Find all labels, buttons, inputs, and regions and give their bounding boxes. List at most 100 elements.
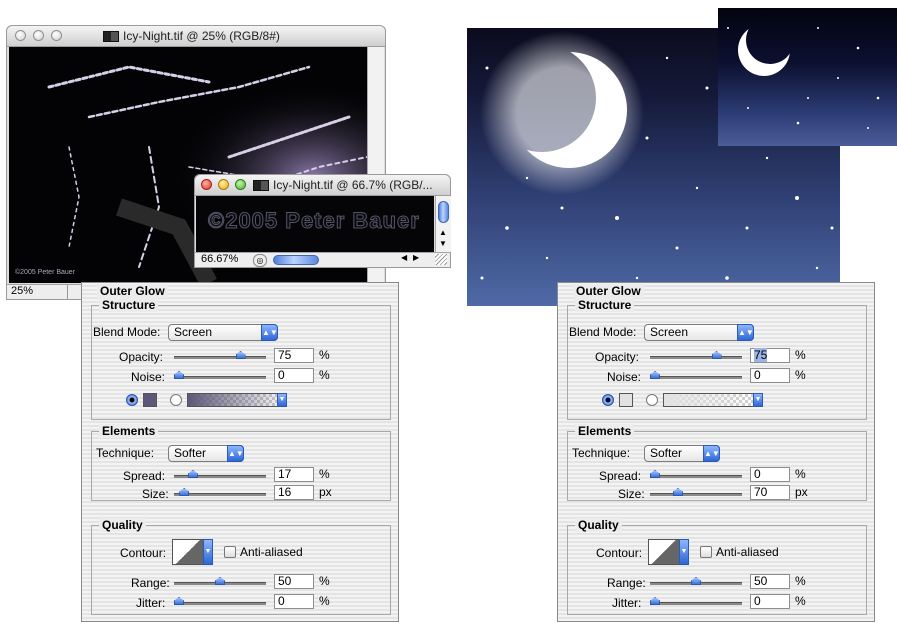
gradient-radio[interactable] — [646, 394, 658, 406]
range-slider-thumb[interactable] — [691, 577, 701, 585]
jitter-slider[interactable] — [650, 597, 742, 605]
size-label: Size: — [142, 487, 169, 501]
noise-input[interactable]: 0 — [750, 368, 790, 383]
technique-select[interactable]: Softer ▲▼ — [168, 445, 244, 462]
scroll-down-arrow-icon[interactable]: ▼ — [439, 239, 447, 248]
opacity-slider-thumb[interactable] — [711, 351, 722, 359]
range-label: Range: — [131, 576, 170, 590]
structure-group: Structure Blend Mode: Screen ▲▼ Opacity: … — [567, 298, 867, 420]
technique-select[interactable]: Softer ▲▼ — [644, 445, 720, 462]
document-window-icy-night-66: Icy-Night.tif @ 66.7% (RGB/... ©2005 Pet… — [194, 174, 451, 268]
spread-input[interactable]: 0 — [750, 467, 790, 482]
opacity-input[interactable]: 75 — [274, 348, 314, 363]
solid-color-radio[interactable] — [602, 394, 614, 406]
technique-value: Softer — [174, 446, 207, 460]
noise-slider-thumb[interactable] — [174, 371, 184, 379]
status-menu-icon[interactable]: ◎ — [253, 254, 267, 267]
opacity-slider[interactable] — [174, 351, 266, 359]
gradient-radio[interactable] — [170, 394, 182, 406]
zoom-level[interactable]: 25% — [11, 285, 33, 297]
scroll-up-arrow-icon[interactable]: ▲ — [439, 228, 447, 237]
size-slider-thumb[interactable] — [672, 488, 683, 496]
glow-gradient-picker[interactable]: ▼ — [663, 393, 763, 407]
anti-aliased-checkbox[interactable] — [700, 546, 712, 558]
noise-label: Noise: — [131, 370, 166, 384]
scroll-thumb[interactable] — [438, 201, 449, 223]
spread-label: Spread: — [123, 469, 166, 483]
gradient-dropdown-icon: ▼ — [753, 393, 763, 407]
jitter-label: Jitter: — [612, 596, 642, 610]
image-canvas[interactable]: ©2005 Peter Bauer — [196, 196, 434, 252]
contour-picker[interactable]: ▼ — [648, 539, 689, 565]
size-slider-thumb[interactable] — [179, 488, 190, 496]
opacity-slider-thumb[interactable] — [235, 351, 246, 359]
size-slider[interactable] — [174, 488, 266, 496]
jitter-slider-thumb[interactable] — [174, 597, 184, 605]
opacity-slider[interactable] — [650, 351, 742, 359]
chevron-updown-icon: ▲▼ — [261, 324, 278, 341]
blend-mode-value: Screen — [174, 325, 213, 339]
window-titlebar[interactable]: Icy-Night.tif @ 25% (RGB/8#) — [7, 26, 385, 47]
chevron-updown-icon: ▲▼ — [703, 445, 720, 462]
gradient-dropdown-icon: ▼ — [277, 393, 287, 407]
glow-color-swatch[interactable] — [619, 393, 633, 407]
structure-group: Structure Blend Mode: Screen ▲▼ Opacity: … — [91, 298, 391, 420]
resize-grip-icon[interactable] — [435, 254, 447, 265]
jitter-input[interactable]: 0 — [274, 594, 314, 609]
spread-slider-thumb[interactable] — [187, 470, 198, 478]
horizontal-scroll-thumb[interactable] — [273, 255, 319, 265]
spread-slider-thumb[interactable] — [650, 470, 660, 478]
scroll-left-arrow-icon[interactable]: ◀ — [401, 253, 407, 262]
minimize-window-button[interactable] — [33, 30, 44, 41]
opacity-input[interactable]: 75 — [750, 348, 790, 363]
jitter-input[interactable]: 0 — [750, 594, 790, 609]
status-bar: 66.67% ◎ ◀ ▶ — [195, 252, 450, 267]
spread-slider[interactable] — [650, 470, 742, 478]
close-window-button[interactable] — [15, 30, 26, 41]
quality-title: Quality — [99, 518, 146, 532]
range-slider-thumb[interactable] — [215, 577, 225, 585]
zoom-window-button[interactable] — [51, 30, 62, 41]
noise-slider[interactable] — [650, 371, 742, 379]
noise-slider-thumb[interactable] — [650, 371, 660, 379]
jitter-slider-thumb[interactable] — [650, 597, 660, 605]
noise-input[interactable]: 0 — [274, 368, 314, 383]
spread-slider[interactable] — [174, 470, 266, 478]
range-input[interactable]: 50 — [274, 574, 314, 589]
size-slider[interactable] — [650, 488, 742, 496]
noise-slider[interactable] — [174, 371, 266, 379]
size-input[interactable]: 16 — [274, 485, 314, 500]
vertical-scrollbar[interactable]: ▲ ▼ — [435, 196, 451, 252]
range-slider[interactable] — [650, 577, 742, 585]
scroll-right-arrow-icon[interactable]: ▶ — [413, 253, 419, 262]
elements-title: Elements — [575, 424, 635, 438]
spread-unit: % — [319, 467, 330, 481]
spread-label: Spread: — [599, 469, 642, 483]
opacity-unit: % — [795, 348, 806, 362]
contour-picker[interactable]: ▼ — [172, 539, 213, 565]
zoom-window-button[interactable] — [235, 179, 246, 190]
blend-mode-select[interactable]: Screen ▲▼ — [168, 324, 278, 341]
blend-mode-select[interactable]: Screen ▲▼ — [644, 324, 754, 341]
range-slider[interactable] — [174, 577, 266, 585]
noise-unit: % — [795, 368, 806, 382]
spread-input[interactable]: 17 — [274, 467, 314, 482]
range-input[interactable]: 50 — [750, 574, 790, 589]
zoom-level[interactable]: 66.67% — [201, 253, 238, 265]
elements-group: Elements Technique: Softer ▲▼ Spread: 17 … — [91, 424, 391, 501]
watermark-text: ©2005 Peter Bauer — [15, 269, 76, 276]
anti-aliased-checkbox[interactable] — [224, 546, 236, 558]
close-window-button[interactable] — [201, 179, 212, 190]
size-input[interactable]: 70 — [750, 485, 790, 500]
solid-color-radio[interactable] — [126, 394, 138, 406]
jitter-slider[interactable] — [174, 597, 266, 605]
moon-scene-small — [727, 24, 880, 129]
opacity-label: Opacity: — [119, 350, 164, 364]
window-titlebar[interactable]: Icy-Night.tif @ 66.7% (RGB/... — [195, 175, 450, 196]
structure-title: Structure — [575, 298, 635, 312]
glow-color-swatch[interactable] — [143, 393, 157, 407]
blend-mode-label: Blend Mode: — [569, 325, 637, 339]
minimize-window-button[interactable] — [218, 179, 229, 190]
elements-group: Elements Technique: Softer ▲▼ Spread: 0 %… — [567, 424, 867, 501]
glow-gradient-picker[interactable]: ▼ — [187, 393, 287, 407]
